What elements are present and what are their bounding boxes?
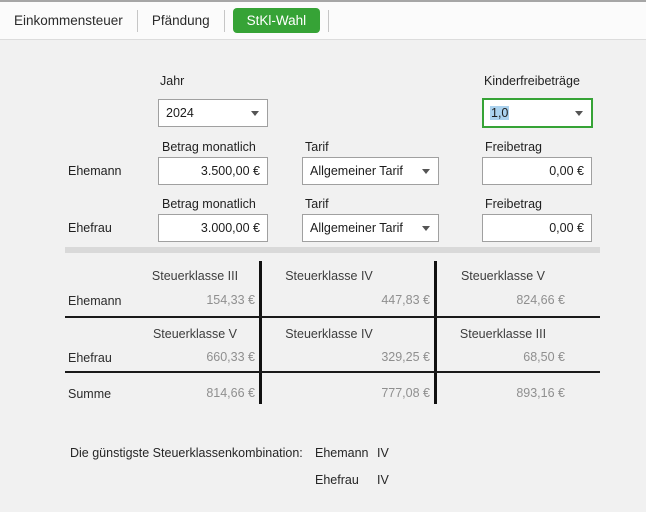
tarif-label-ehefrau: Tarif [305, 197, 329, 211]
tab-bar: Einkommensteuer Pfändung StKl-Wahl [0, 0, 646, 40]
table-row-rule [65, 316, 600, 318]
tab-separator [328, 9, 330, 32]
jahr-value: 2024 [166, 106, 194, 120]
tarif-select-ehemann[interactable]: Allgemeiner Tarif [302, 157, 439, 185]
stkl-wahl-window: Einkommensteuer Pfändung StKl-Wahl Jahr … [0, 0, 646, 512]
tarif-value-ehefrau: Allgemeiner Tarif [310, 221, 403, 235]
tab-einkommensteuer[interactable]: Einkommensteuer [0, 13, 137, 28]
freibetrag-input-ehemann[interactable] [482, 157, 592, 185]
ehefrau-row-label: Ehefrau [68, 221, 112, 235]
tab-stkl-wahl[interactable]: StKl-Wahl [232, 8, 321, 33]
section-divider [65, 247, 600, 253]
table-value-summe-col1: 814,66 € [206, 386, 255, 400]
best-combination-person-2: Ehefrau [315, 473, 359, 487]
table-value-ehemann-col3: 824,66 € [516, 293, 565, 307]
tab-pfaendung[interactable]: Pfändung [138, 13, 224, 28]
chevron-down-icon [422, 226, 430, 231]
kinderfreibetraege-select[interactable]: 1,0 [482, 98, 593, 128]
table-header-ehefrau-col3: Steuerklasse III [459, 327, 547, 341]
freibetrag-input-ehefrau[interactable] [482, 214, 592, 242]
chevron-down-icon [422, 169, 430, 174]
table-row-rule [65, 371, 600, 373]
kinderfreibetraege-label: Kinderfreibeträge [484, 74, 580, 88]
betrag-monatlich-label-ehemann: Betrag monatlich [162, 140, 256, 154]
ehemann-row-label: Ehemann [68, 164, 122, 178]
betrag-monatlich-label-ehefrau: Betrag monatlich [162, 197, 256, 211]
table-header-ehefrau-col2: Steuerklasse IV [285, 327, 373, 341]
tarif-label-ehemann: Tarif [305, 140, 329, 154]
table-value-ehefrau-col3: 68,50 € [523, 350, 565, 364]
jahr-select[interactable]: 2024 [158, 99, 268, 127]
betrag-monatlich-input-ehefrau[interactable] [158, 214, 268, 242]
table-value-ehemann-col2: 447,83 € [381, 293, 430, 307]
best-combination-class-2: IV [377, 473, 389, 487]
chevron-down-icon [575, 111, 583, 116]
table-header-ehemann-col3: Steuerklasse V [460, 269, 546, 283]
table-header-ehemann-col1: Steuerklasse III [151, 269, 239, 283]
table-value-ehefrau-col1: 660,33 € [206, 350, 255, 364]
kinderfreibetraege-value: 1,0 [490, 106, 510, 120]
table-value-summe-col2: 777,08 € [381, 386, 430, 400]
tarif-value-ehemann: Allgemeiner Tarif [310, 164, 403, 178]
freibetrag-label-ehemann: Freibetrag [485, 140, 542, 154]
table-header-ehefrau-col1: Steuerklasse V [152, 327, 238, 341]
table-value-summe-col3: 893,16 € [516, 386, 565, 400]
best-combination-class-1: IV [377, 446, 389, 460]
chevron-down-icon [251, 111, 259, 116]
table-value-ehefrau-col2: 329,25 € [381, 350, 430, 364]
best-combination-person-1: Ehemann [315, 446, 369, 460]
tarif-select-ehefrau[interactable]: Allgemeiner Tarif [302, 214, 439, 242]
table-header-ehemann-col2: Steuerklasse IV [285, 269, 373, 283]
tab-separator [223, 9, 225, 32]
freibetrag-label-ehefrau: Freibetrag [485, 197, 542, 211]
table-value-ehemann-col1: 154,33 € [206, 293, 255, 307]
betrag-monatlich-input-ehemann[interactable] [158, 157, 268, 185]
best-combination-label: Die günstigste Steuerklassenkombination: [70, 446, 303, 460]
jahr-label: Jahr [160, 74, 185, 88]
